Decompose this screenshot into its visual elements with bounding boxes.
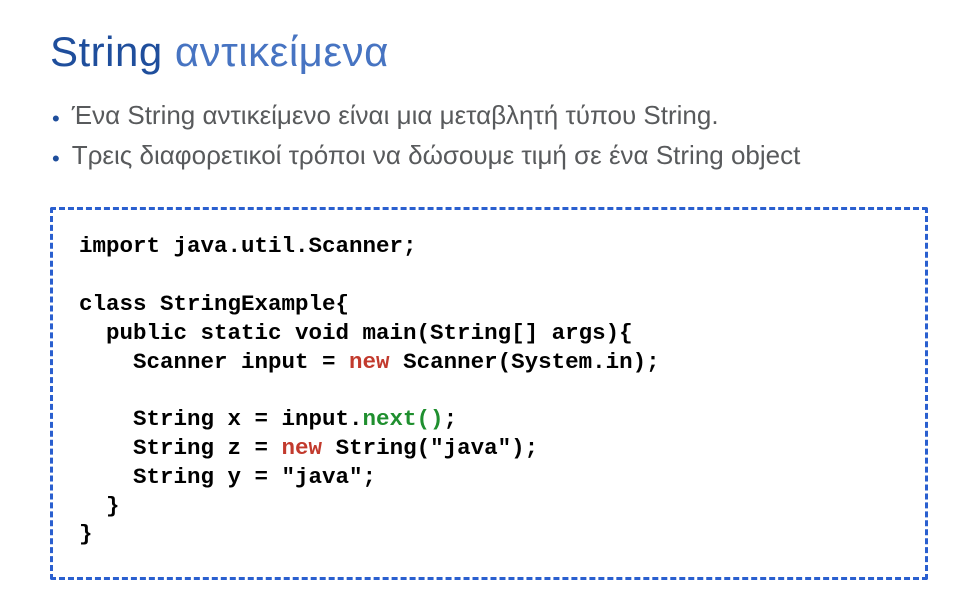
slide-title: String αντικείμενα xyxy=(50,28,910,76)
bullet-list: • Ένα String αντικείμενο είναι μια μεταβ… xyxy=(52,98,910,173)
code-block: import java.util.Scanner; class StringEx… xyxy=(79,232,899,549)
method-call: next() xyxy=(363,406,444,432)
code-line-part: Scanner(System.in); xyxy=(390,349,660,375)
code-line-part: Scanner input = xyxy=(79,349,349,375)
bullet-dot-icon: • xyxy=(52,144,60,174)
code-line: String y = "java"; xyxy=(79,464,376,490)
code-box: import java.util.Scanner; class StringEx… xyxy=(50,207,928,580)
bullet-dot-icon: • xyxy=(52,104,60,134)
bullet-item: • Ένα String αντικείμενο είναι μια μεταβ… xyxy=(52,98,910,134)
bullet-text: Ένα String αντικείμενο είναι μια μεταβλη… xyxy=(72,98,719,133)
code-line-part: String x = input. xyxy=(79,406,363,432)
keyword-new: new xyxy=(282,435,323,461)
code-line-part: String("java"); xyxy=(322,435,538,461)
bullet-text: Τρεις διαφορετικοί τρόποι να δώσουμε τιμ… xyxy=(72,138,801,173)
code-line: class StringExample{ xyxy=(79,291,349,317)
title-code-word: String xyxy=(50,28,163,75)
keyword-new: new xyxy=(349,349,390,375)
code-line-part: String z = xyxy=(79,435,282,461)
code-line: } xyxy=(79,521,93,547)
code-line: public static void main(String[] args){ xyxy=(79,320,633,346)
code-line: import java.util.Scanner; xyxy=(79,233,417,259)
title-rest: αντικείμενα xyxy=(163,28,389,75)
slide: String αντικείμενα • Ένα String αντικείμ… xyxy=(0,0,960,610)
code-line-part: ; xyxy=(444,406,458,432)
code-line: } xyxy=(79,493,120,519)
bullet-item: • Τρεις διαφορετικοί τρόποι να δώσουμε τ… xyxy=(52,138,910,174)
